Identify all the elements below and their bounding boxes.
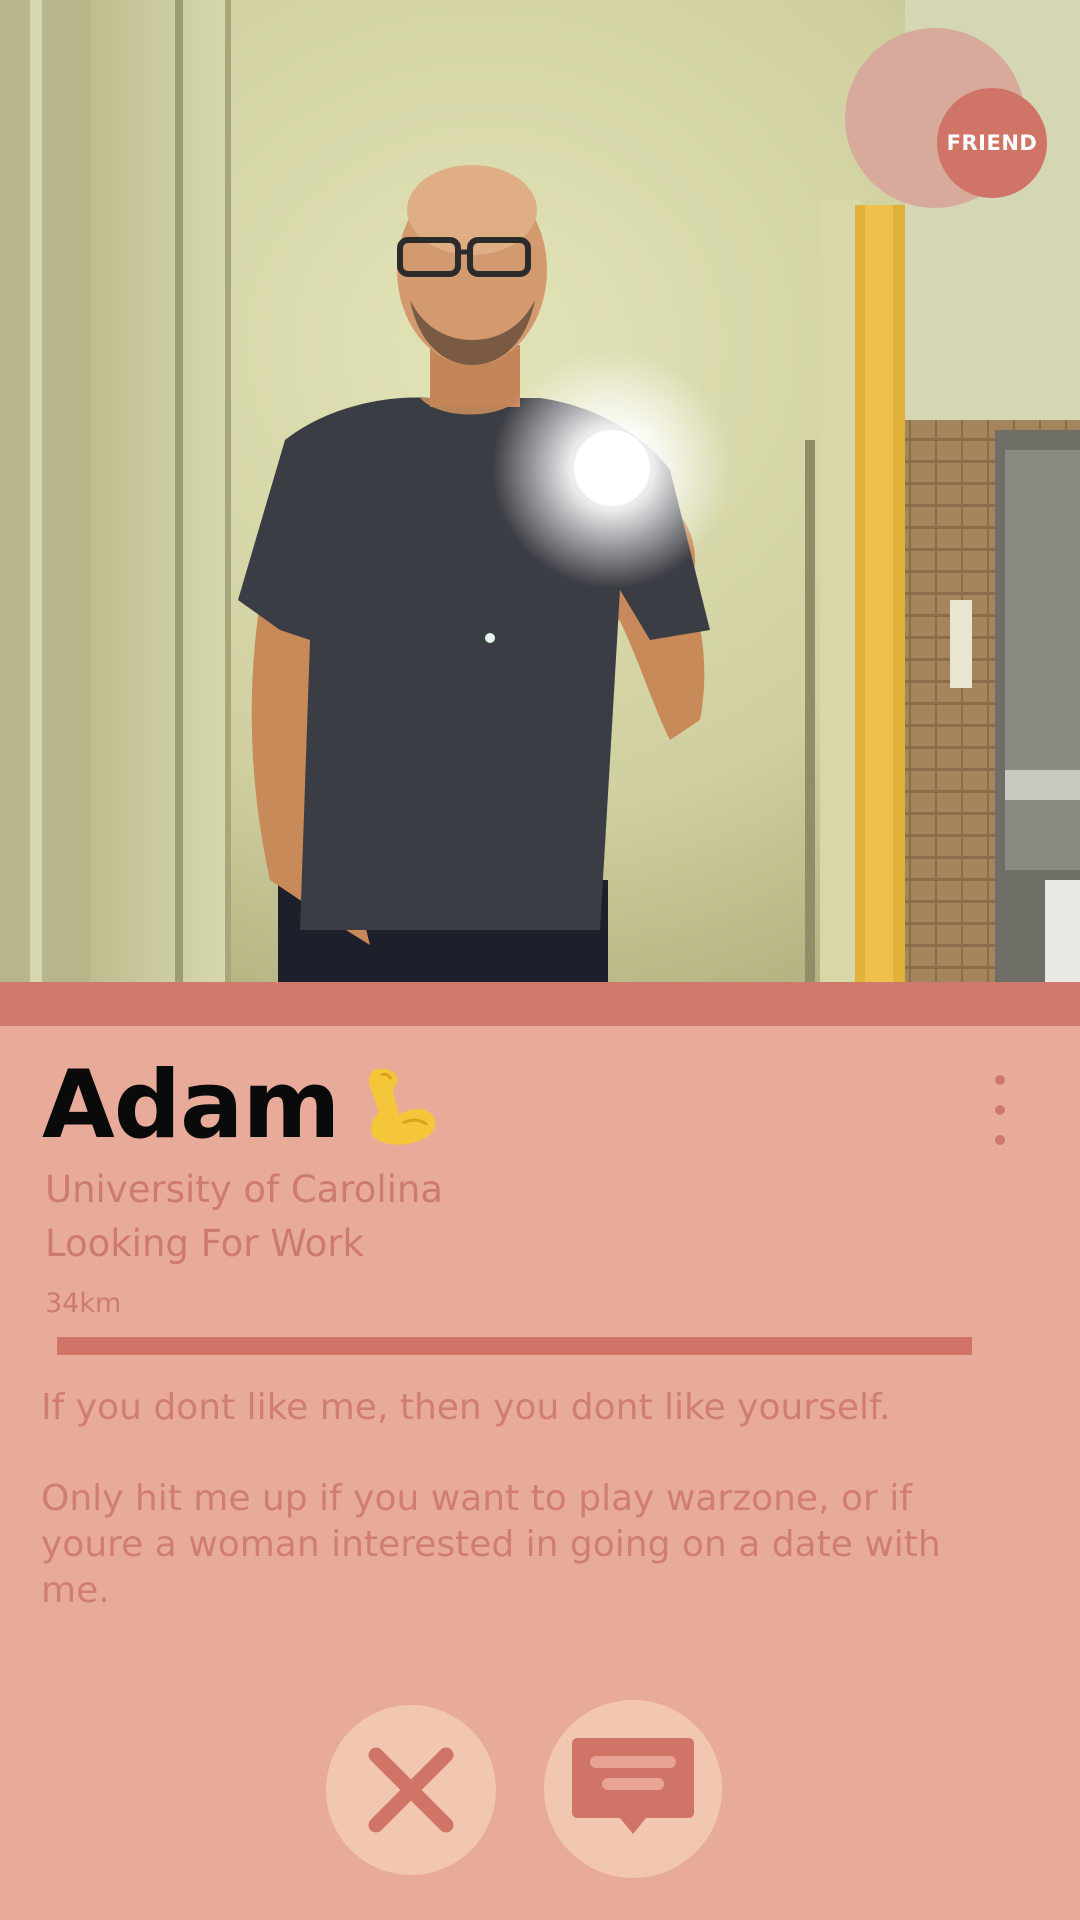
photo-progress-bar <box>57 1337 972 1355</box>
more-dot <box>995 1105 1005 1115</box>
profile-bio: If you dont like me, then you dont like … <box>41 1385 1001 1614</box>
friend-badge[interactable]: FRIEND <box>937 88 1047 198</box>
chat-bubble-icon <box>572 1738 694 1834</box>
bio-paragraph: If you dont like me, then you dont like … <box>41 1387 891 1428</box>
dislike-button[interactable] <box>326 1705 496 1875</box>
profile-school: University of Carolina <box>45 1168 444 1211</box>
profile-screen: FRIEND Adam University of Carolina Looki… <box>0 0 1080 1920</box>
profile-name: Adam <box>42 1050 340 1160</box>
photo-divider <box>0 982 1080 1026</box>
more-options-icon[interactable] <box>985 1075 1015 1145</box>
friend-badge-label: FRIEND <box>946 131 1038 155</box>
more-dot <box>995 1135 1005 1145</box>
profile-photo[interactable]: FRIEND <box>0 0 1080 982</box>
bio-paragraph: Only hit me up if you want to play warzo… <box>41 1478 941 1611</box>
profile-distance: 34km <box>45 1288 122 1319</box>
name-row: Adam <box>42 1050 439 1160</box>
flexed-biceps-icon <box>369 1068 436 1145</box>
more-dot <box>995 1075 1005 1085</box>
close-icon <box>368 1747 454 1833</box>
message-button[interactable] <box>544 1700 722 1878</box>
profile-job: Looking For Work <box>45 1222 364 1265</box>
photo-progress-fill <box>57 1337 972 1355</box>
